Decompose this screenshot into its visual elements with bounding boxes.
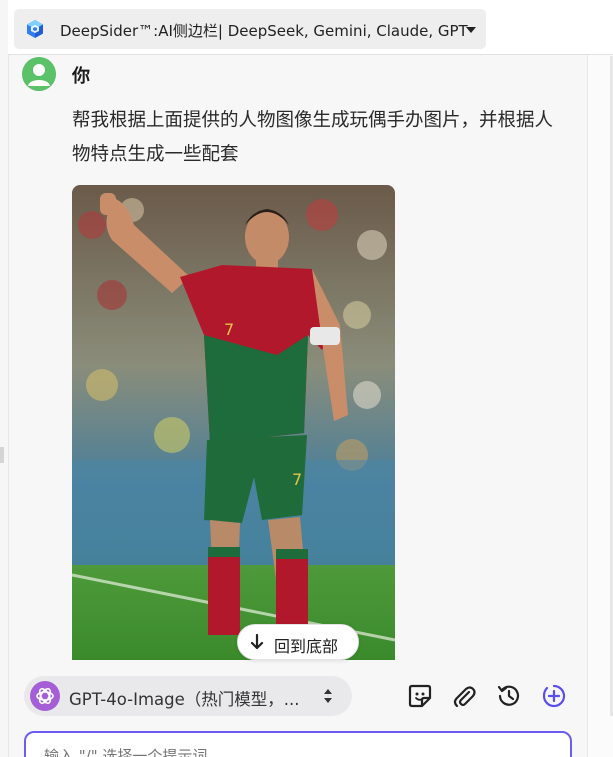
back-to-bottom-label: 回到底部 [274,637,339,656]
chat-input-box[interactable] [24,731,572,757]
model-name: GPT-4o-Image（热门模型，... [69,690,300,709]
extension-title: DeepSider™:AI侧边栏| DeepSeek, Gemini, Clau… [60,22,468,40]
updown-chevron-icon [323,688,333,704]
plus-circle-icon[interactable] [541,683,567,709]
svg-text:7: 7 [224,320,234,339]
model-selector[interactable]: GPT-4o-Image（热门模型，... [24,676,352,716]
arrow-down-icon [250,633,264,650]
sidebar-header: DeepSider™:AI侧边栏| DeepSeek, Gemini, Clau… [8,0,613,55]
user-message-text: 帮我根据上面提供的人物图像生成玩偶手办图片，并根据人物特点生成一些配套 [72,110,554,165]
extension-selector[interactable]: DeepSider™:AI侧边栏| DeepSeek, Gemini, Clau… [14,9,486,49]
paperclip-icon[interactable] [451,683,477,709]
back-to-bottom-button[interactable]: 回到底部 [237,624,359,660]
sender-name: 你 [72,66,90,87]
soccer-player-photo[interactable]: 7 7 [72,185,395,660]
page-edge [0,0,8,757]
user-avatar-icon [22,57,56,91]
caret-down-icon[interactable] [466,27,476,33]
openai-logo-icon [30,681,60,711]
chat-input[interactable] [44,747,544,757]
deepsider-cube-icon [25,19,45,39]
history-icon[interactable] [496,683,522,709]
sticker-icon[interactable] [407,683,433,709]
resize-handle[interactable] [0,447,4,463]
scroll-area [588,0,613,757]
svg-text:7: 7 [292,470,302,489]
